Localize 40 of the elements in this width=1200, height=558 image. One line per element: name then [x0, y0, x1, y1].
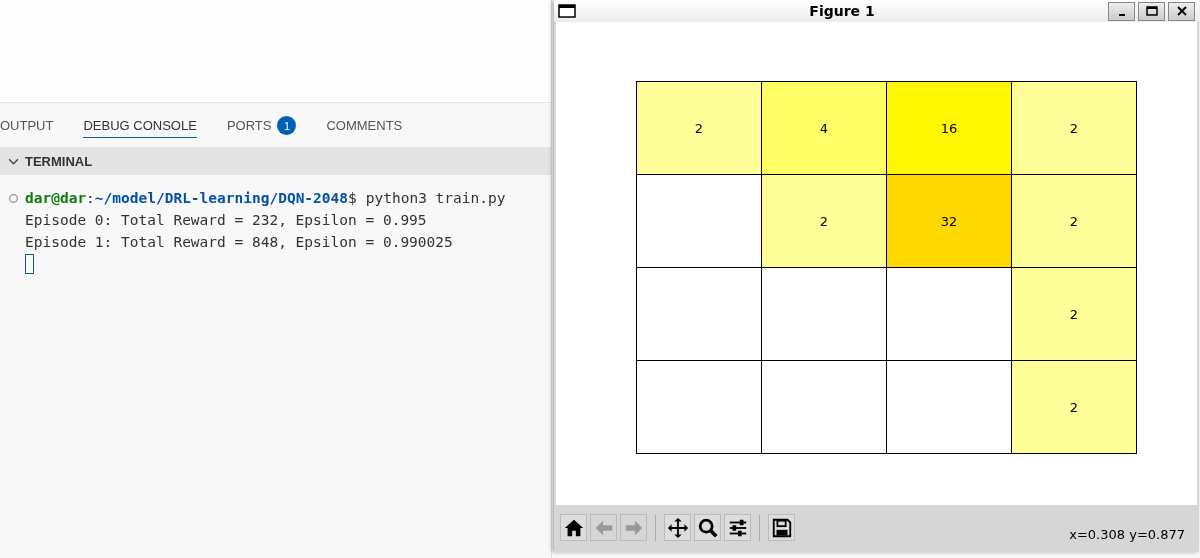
status-circle-icon — [8, 192, 19, 204]
prompt-symbol: $ — [348, 190, 357, 206]
terminal-output: Episode 1: Total Reward = 848, Epsilon = 0.990025 — [25, 234, 453, 250]
move-icon — [666, 516, 689, 539]
section-header[interactable]: TERMINAL — [0, 147, 551, 175]
window-title: Figure 1 — [808, 3, 876, 19]
minimize-icon — [1118, 14, 1125, 16]
search-icon — [696, 516, 719, 539]
board-tile: 2 — [1012, 175, 1136, 267]
panel-tab[interactable]: DEBUG CONSOLE — [83, 112, 197, 138]
prompt-user: dar@dar — [25, 190, 87, 206]
home-button[interactable] — [560, 514, 587, 541]
close-button[interactable] — [1168, 1, 1195, 21]
terminal-output: Episode 0: Total Reward = 232, Epsilon = 0.995 — [25, 212, 427, 228]
zoom-button[interactable] — [694, 514, 721, 541]
board-tile: 4 — [762, 82, 886, 174]
board-tile: 16 — [887, 82, 1011, 174]
terminal-command: python3 train.py — [365, 190, 506, 206]
terminal-cursor — [25, 254, 34, 274]
window-icon — [558, 4, 576, 18]
board-tile: 2 — [1012, 268, 1136, 360]
prompt-path: ~/model/DRL-learning/DQN-2048 — [94, 190, 348, 206]
panel-tab[interactable]: OUTPUT — [0, 112, 54, 138]
close-icon — [1175, 5, 1188, 17]
board-tile: 2 — [762, 175, 886, 267]
prompt-separator: : — [86, 190, 95, 206]
configure-button[interactable] — [724, 514, 751, 541]
count-badge: 1 — [277, 116, 297, 135]
minimize-button[interactable] — [1108, 1, 1135, 21]
pan-button[interactable] — [664, 514, 691, 541]
maximize-icon — [1145, 5, 1158, 17]
board-tile: 2 — [637, 82, 761, 174]
board-tile: 32 — [887, 175, 1011, 267]
panel-tab[interactable]: PORTS 1 — [226, 110, 297, 140]
maximize-button[interactable] — [1138, 1, 1165, 21]
board-tile: 2 — [1012, 361, 1136, 453]
board-tile: 2 — [1012, 82, 1136, 174]
save-button[interactable] — [768, 514, 795, 541]
panel-tab[interactable]: COMMENTS — [326, 112, 403, 138]
cursor-coordinates: x=0.308 y=0.877 — [1069, 527, 1186, 544]
